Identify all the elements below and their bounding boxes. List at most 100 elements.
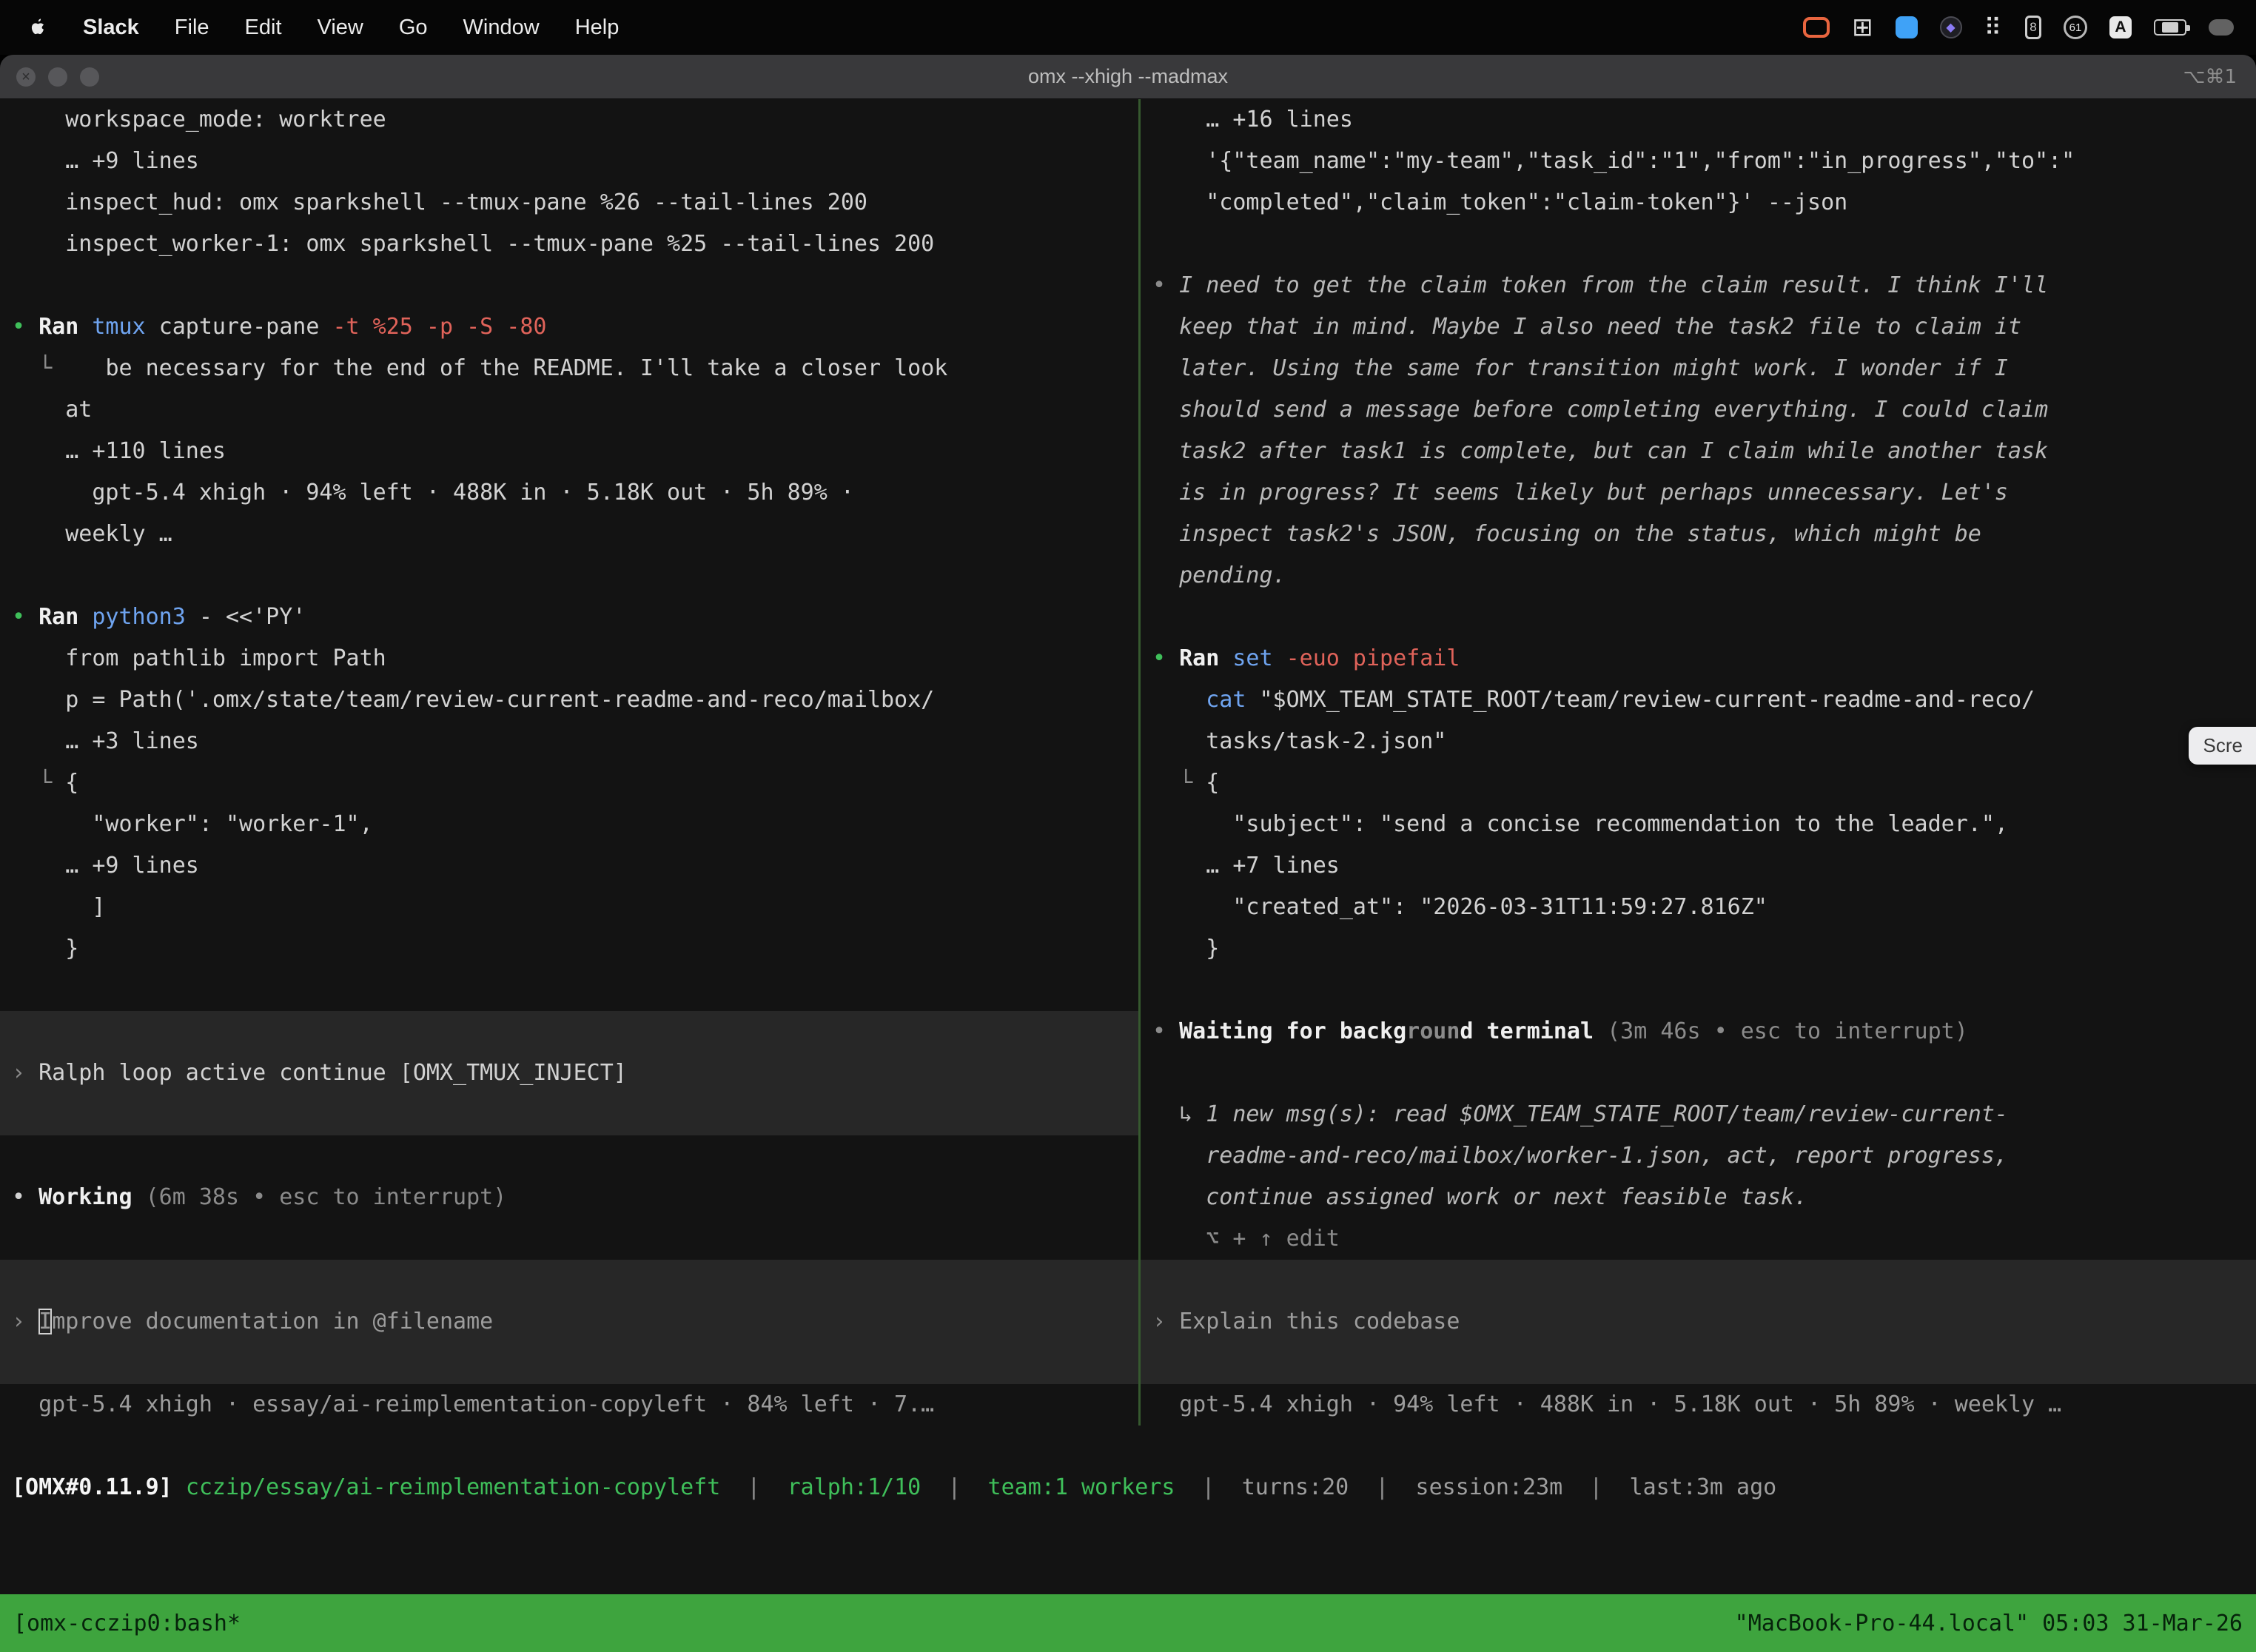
battery-icon[interactable] — [2154, 19, 2186, 36]
terminal-line: weekly … — [0, 514, 1138, 555]
terminal-line: • Ran set -euo pipefail — [1141, 638, 2256, 679]
apps-grid-icon[interactable]: ⠿ — [1984, 13, 2003, 41]
menu-bar-menus: Slack File Edit View Go Window Help — [22, 16, 637, 40]
keyboard-grid-icon[interactable]: ⊞ — [1852, 13, 1873, 42]
window-title: omx --xhigh --madmax — [0, 65, 2256, 88]
terminal-line — [0, 1343, 1138, 1384]
terminal-line: … +3 lines — [0, 721, 1138, 762]
terminal-line: • Ran tmux capture-pane -t %25 -p -S -80 — [0, 306, 1138, 348]
terminal-line: '{"team_name":"my-team","task_id":"1","f… — [1141, 141, 2256, 182]
terminal-line — [0, 1135, 1138, 1177]
terminal-line — [0, 970, 1138, 1011]
terminal-line: "worker": "worker-1", — [0, 804, 1138, 845]
menu-item-go[interactable]: Go — [381, 16, 446, 40]
terminal-line: ] — [0, 887, 1138, 928]
phone-icon[interactable]: 8 — [2025, 16, 2041, 39]
terminal-line: at — [0, 389, 1138, 431]
terminal-line: should send a message before completing … — [1141, 389, 2256, 431]
terminal-line: gpt-5.4 xhigh · 94% left · 488K in · 5.1… — [0, 472, 1138, 514]
tmux-panes: workspace_mode: worktree … +9 lines insp… — [0, 99, 2256, 1426]
terminal-line: … +9 lines — [0, 845, 1138, 887]
terminal-line: readme-and-reco/mailbox/worker-1.json, a… — [1141, 1135, 2256, 1177]
terminal-line — [1141, 224, 2256, 265]
terminal-line: › Improve documentation in @filename — [0, 1301, 1138, 1343]
menu-item-file[interactable]: File — [157, 16, 227, 40]
window-titlebar[interactable]: × omx --xhigh --madmax ⌥⌘1 — [0, 55, 2256, 99]
terminal-line: gpt-5.4 xhigh · essay/ai-reimplementatio… — [0, 1384, 1138, 1426]
terminal-line: from pathlib import Path — [0, 638, 1138, 679]
minimize-button[interactable] — [48, 67, 67, 87]
menu-bar: Slack File Edit View Go Window Help ⊞ ◆ … — [0, 0, 2256, 55]
terminal-line: … +7 lines — [1141, 845, 2256, 887]
blue-app-icon[interactable] — [1896, 16, 1918, 38]
menu-item-edit[interactable]: Edit — [227, 16, 300, 40]
terminal-line: } — [0, 928, 1138, 970]
terminal-line: └ { — [1141, 762, 2256, 804]
terminal-line — [0, 1011, 1138, 1052]
terminal-line: "completed","claim_token":"claim-token"}… — [1141, 182, 2256, 224]
menu-item-window[interactable]: Window — [446, 16, 557, 40]
menu-item-help[interactable]: Help — [557, 16, 637, 40]
terminal-line: inspect_hud: omx sparkshell --tmux-pane … — [0, 182, 1138, 224]
input-source-icon[interactable]: A — [2109, 16, 2132, 38]
terminal-line: keep that in mind. Maybe I also need the… — [1141, 306, 2256, 348]
terminal-content: workspace_mode: worktree … +9 lines insp… — [0, 99, 2256, 1652]
omx-status-line: [OMX#0.11.9] cczip/essay/ai-reimplementa… — [0, 1467, 2256, 1508]
terminal-line: … +16 lines — [1141, 99, 2256, 141]
terminal-line: task2 after task1 is complete, but can I… — [1141, 431, 2256, 472]
terminal-line: … +9 lines — [0, 141, 1138, 182]
battery-gauge-icon[interactable]: 61 — [2064, 16, 2087, 39]
terminal-line — [1141, 1052, 2256, 1094]
terminal-line — [0, 1260, 1138, 1301]
terminal-line: continue assigned work or next feasible … — [1141, 1177, 2256, 1218]
terminal-line: "subject": "send a concise recommendatio… — [1141, 804, 2256, 845]
terminal-line: pending. — [1141, 555, 2256, 597]
menu-bar-status-icons: ⊞ ◆ ⠿ 8 61 A — [1803, 13, 2234, 42]
terminal-line: • Ran python3 - <<'PY' — [0, 597, 1138, 638]
apple-logo-icon — [30, 17, 47, 38]
terminal-line: • I need to get the claim token from the… — [1141, 265, 2256, 306]
terminal-line — [0, 555, 1138, 597]
terminal-line: › Ralph loop active continue [OMX_TMUX_I… — [0, 1052, 1138, 1094]
window-controls: × — [0, 67, 99, 87]
terminal-line: later. Using the same for transition mig… — [1141, 348, 2256, 389]
terminal-line — [1141, 597, 2256, 638]
terminal-line: cat "$OMX_TEAM_STATE_ROOT/team/review-cu… — [1141, 679, 2256, 721]
terminal-line — [1141, 1260, 2256, 1301]
screen-recording-indicator[interactable] — [1803, 17, 1830, 38]
terminal-line — [0, 1218, 1138, 1260]
tmux-status-bar: [omx-cczip0:bash* "MacBook-Pro-44.local"… — [0, 1594, 2256, 1652]
left-terminal-pane[interactable]: workspace_mode: worktree … +9 lines insp… — [0, 99, 1138, 1426]
tmux-session-window-label: [omx-cczip0:bash* — [13, 1611, 241, 1636]
terminal-line — [0, 265, 1138, 306]
screen-capture-overlay[interactable]: Scre — [2189, 727, 2256, 765]
terminal-line: └ be necessary for the end of the README… — [0, 348, 1138, 389]
terminal-line: • Working (6m 38s • esc to interrupt) — [0, 1177, 1138, 1218]
active-app-menu[interactable]: Slack — [65, 16, 157, 40]
terminal-line: gpt-5.4 xhigh · 94% left · 488K in · 5.1… — [1141, 1384, 2256, 1426]
terminal-window: × omx --xhigh --madmax ⌥⌘1 workspace_mod… — [0, 55, 2256, 1652]
close-button[interactable]: × — [16, 67, 36, 87]
terminal-line: ↳ 1 new msg(s): read $OMX_TEAM_STATE_ROO… — [1141, 1094, 2256, 1135]
control-center-icon[interactable] — [2209, 19, 2234, 36]
terminal-line: inspect task2's JSON, focusing on the st… — [1141, 514, 2256, 555]
terminal-line — [1141, 970, 2256, 1011]
window-shortcut-hint: ⌥⌘1 — [2183, 66, 2256, 88]
terminal-line — [0, 1094, 1138, 1135]
terminal-line: tasks/task-2.json" — [1141, 721, 2256, 762]
terminal-line — [1141, 1343, 2256, 1384]
terminal-line: └ { — [0, 762, 1138, 804]
right-terminal-pane[interactable]: … +16 lines '{"team_name":"my-team","tas… — [1141, 99, 2256, 1426]
terminal-line: … +110 lines — [0, 431, 1138, 472]
terminal-line: "created_at": "2026-03-31T11:59:27.816Z" — [1141, 887, 2256, 928]
terminal-line: is in progress? It seems likely but perh… — [1141, 472, 2256, 514]
tmux-host-datetime-label: "MacBook-Pro-44.local" 05:03 31-Mar-26 — [1735, 1611, 2243, 1636]
terminal-line: ⌥ + ↑ edit — [1141, 1218, 2256, 1260]
terminal-line: • Waiting for background terminal (3m 46… — [1141, 1011, 2256, 1052]
menu-item-view[interactable]: View — [300, 16, 381, 40]
battery-fill — [2162, 22, 2178, 33]
terminal-line: workspace_mode: worktree — [0, 99, 1138, 141]
dark-app-icon[interactable]: ◆ — [1940, 16, 1962, 38]
apple-menu-icon[interactable] — [22, 17, 65, 38]
zoom-button[interactable] — [80, 67, 99, 87]
